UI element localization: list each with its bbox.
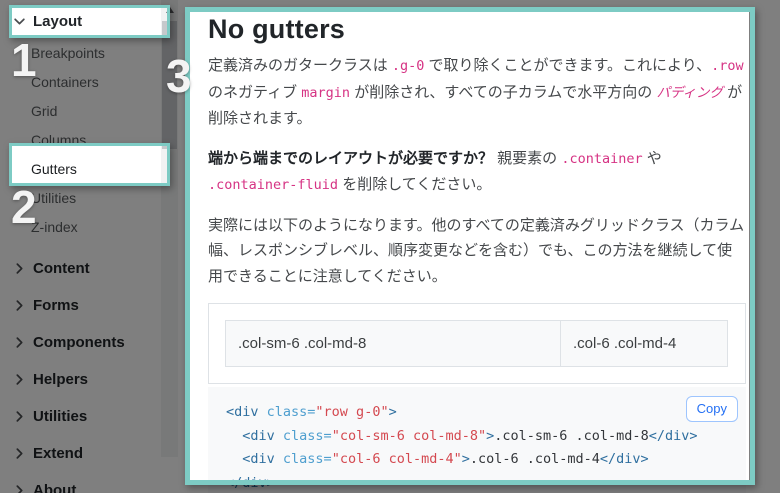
inline-code: .container xyxy=(561,150,643,167)
sidebar-item-zindex[interactable]: Z-index xyxy=(31,213,162,242)
code-block: Copy <div class="row g-0"> <div class="c… xyxy=(208,387,746,493)
sidebar-section-label: Components xyxy=(33,334,125,351)
sidebar-item-columns[interactable]: Columns xyxy=(31,126,162,155)
scrollbar-thumb[interactable] xyxy=(162,21,177,149)
inline-code: .row xyxy=(711,58,744,74)
paragraph-1: 定義済みのガタークラスは .g-0 で取り除くことができます。これにより、.ro… xyxy=(208,57,744,127)
sidebar-section-layout[interactable]: Layout xyxy=(0,6,162,37)
sidebar-sublist: Breakpoints Containers Grid Columns Gutt… xyxy=(0,39,162,242)
scroll-up-arrow-icon[interactable] xyxy=(161,0,178,19)
sidebar-scrollbar[interactable] xyxy=(161,0,178,457)
chevron-right-icon xyxy=(13,336,26,349)
chevron-down-icon xyxy=(13,15,26,28)
inline-code: .container-fluid xyxy=(208,177,339,193)
code-line: </div> xyxy=(226,474,275,491)
paragraph-2: 端から端までのレイアウトが必要ですか？ 親要素の .container や .c… xyxy=(208,149,662,194)
sidebar-section-extend[interactable]: Extend xyxy=(0,435,162,472)
code-line: <div class="col-6 col-md-4">.col-6 .col-… xyxy=(226,451,649,467)
bold-lead: 端から端までのレイアウトが必要ですか？ xyxy=(208,149,494,167)
inline-code: margin xyxy=(301,84,351,101)
copy-button[interactable]: Copy xyxy=(685,396,738,422)
grid-example: .col-sm-6 .col-md-8 .col-6 .col-md-4 xyxy=(208,303,746,384)
chevron-right-icon xyxy=(13,299,26,312)
chevron-right-icon xyxy=(13,373,26,386)
paragraph-3: 実際には以下のようになります。他のすべての定義済みグリッドクラス（カラム幅、レス… xyxy=(208,216,745,285)
padding-link[interactable]: パディング xyxy=(656,85,723,101)
example-col-md-4: .col-6 .col-md-4 xyxy=(560,320,728,367)
chevron-right-icon xyxy=(13,447,26,460)
sidebar-section-about[interactable]: About xyxy=(0,472,162,493)
sidebar-section-label: Extend xyxy=(33,445,84,462)
sidebar-section-label: Helpers xyxy=(33,371,89,388)
example-row: .col-sm-6 .col-md-8 .col-6 .col-md-4 xyxy=(225,320,729,367)
sidebar-section-label: Utilities xyxy=(33,408,88,425)
sidebar-section-forms[interactable]: Forms xyxy=(0,287,162,324)
code-line: <div class="col-sm-6 col-md-8">.col-sm-6… xyxy=(226,427,698,444)
sidebar-section-utilities[interactable]: Utilities xyxy=(0,398,162,435)
page-title: No gutters xyxy=(208,14,345,44)
sidebar-section-content[interactable]: Content xyxy=(0,250,162,287)
sidebar-item-grid[interactable]: Grid xyxy=(31,97,162,126)
sidebar: Layout Breakpoints Containers Grid Colum… xyxy=(0,0,162,493)
sidebar-item-containers[interactable]: Containers xyxy=(31,68,162,97)
bootstrap-docs-page: Layout Breakpoints Containers Grid Colum… xyxy=(0,0,780,493)
sidebar-section-helpers[interactable]: Helpers xyxy=(0,361,162,398)
main-content: No gutters 定義済みのガタークラスは .g-0 で取り除くことができま… xyxy=(178,0,780,493)
sidebar-section-components[interactable]: Components xyxy=(0,324,162,361)
chevron-right-icon xyxy=(13,484,26,493)
sidebar-item-breakpoints[interactable]: Breakpoints xyxy=(31,39,162,68)
chevron-right-icon xyxy=(13,410,26,423)
sidebar-section-label: Content xyxy=(33,260,90,277)
sidebar-item-utilities[interactable]: Utilities xyxy=(31,184,162,213)
sidebar-sections: Content Forms Components Helpers Utiliti… xyxy=(0,250,162,493)
sidebar-section-label: Forms xyxy=(33,297,79,314)
sidebar-section-label: About xyxy=(33,482,77,493)
chevron-right-icon xyxy=(13,262,26,275)
code-line: <div class="row g-0"> xyxy=(226,404,397,420)
sidebar-section-label: Layout xyxy=(33,13,83,30)
inline-code: .g-0 xyxy=(391,58,425,74)
sidebar-item-gutters[interactable]: Gutters xyxy=(31,155,162,184)
example-col-md-8: .col-sm-6 .col-md-8 xyxy=(225,320,561,367)
